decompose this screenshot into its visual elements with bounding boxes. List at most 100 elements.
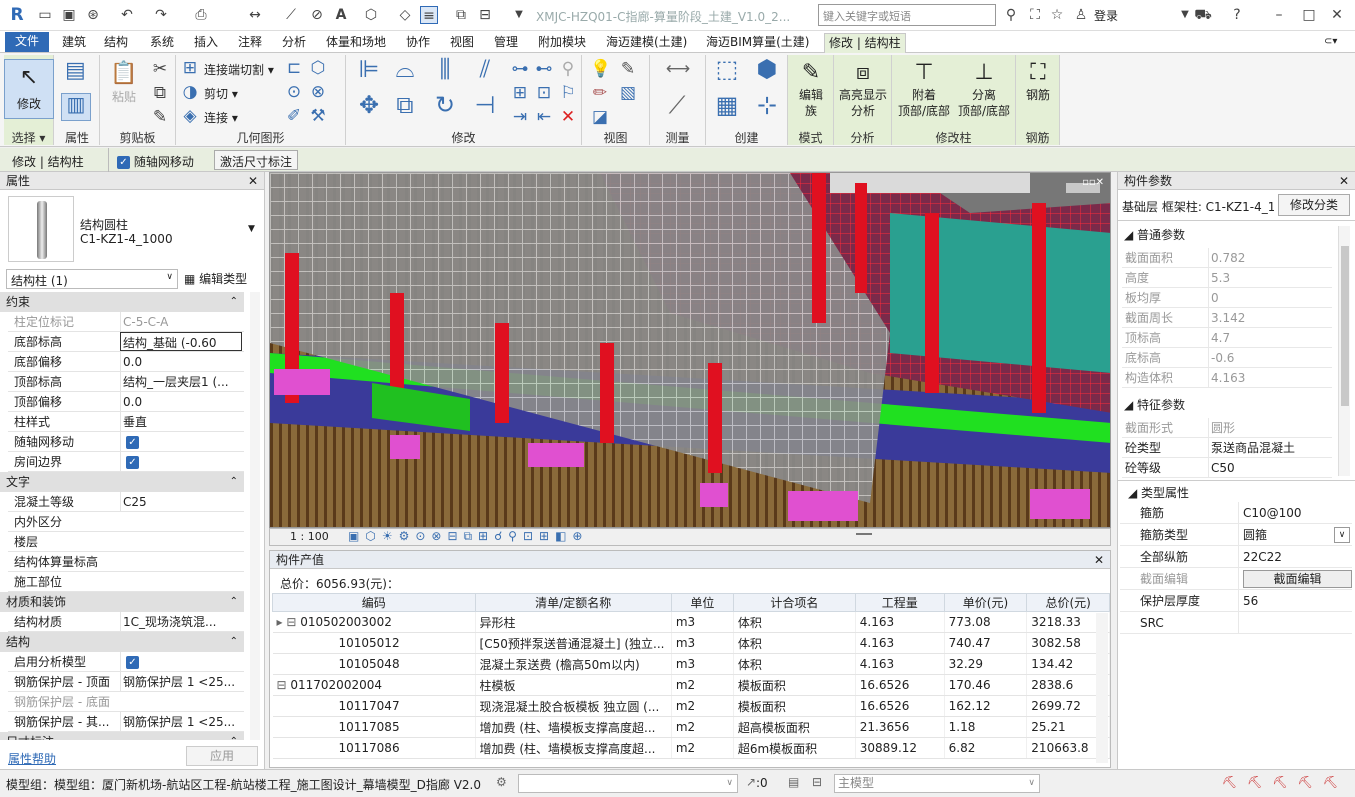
login-link[interactable]: 登录 bbox=[1094, 7, 1118, 24]
modify-class-button[interactable]: 修改分类 bbox=[1278, 194, 1350, 216]
prop-section-3[interactable]: 结构 ⌃ bbox=[0, 632, 244, 652]
cost-close-icon[interactable]: ✕ bbox=[1094, 551, 1104, 569]
edit-family-button[interactable]: ✎ 编辑 族 bbox=[790, 59, 832, 119]
prop-value[interactable]: C25 bbox=[120, 492, 242, 512]
editable-icon[interactable]: ↗ bbox=[746, 775, 756, 789]
type-attr-row[interactable]: 保护层厚度 56 bbox=[1120, 590, 1352, 612]
attach-top-base-button[interactable]: ⊤ 附着 顶部/底部 bbox=[894, 59, 954, 119]
cparams-scrollbar[interactable] bbox=[1338, 226, 1350, 476]
prop-value[interactable]: 钢筋保护层 1 <25... bbox=[120, 712, 242, 732]
binoculars-icon[interactable]: ⚲ bbox=[1002, 6, 1020, 24]
prop-row[interactable]: 钢筋保护层 - 底面 bbox=[8, 692, 244, 712]
type-attr-row[interactable]: SRC bbox=[1120, 612, 1352, 634]
tag-icon[interactable]: ⊘ bbox=[308, 6, 326, 24]
prop-row[interactable]: 柱样式 垂直 bbox=[8, 412, 244, 432]
properties-icon[interactable]: ▥ bbox=[61, 93, 91, 121]
pin-disabled-icon[interactable]: ⚲ bbox=[558, 59, 578, 79]
star-icon[interactable]: ☆ bbox=[1048, 6, 1066, 24]
wall-join-icon[interactable]: ⊏ bbox=[284, 58, 304, 78]
cost-col-header[interactable]: 清单/定额名称 bbox=[474, 593, 672, 612]
param-row[interactable]: 板均厚 0 bbox=[1122, 288, 1332, 308]
print-icon[interactable]: ⎙ bbox=[192, 6, 210, 24]
prop-row[interactable]: 房间边界 ✓ bbox=[8, 452, 244, 472]
open-icon[interactable]: ▭ bbox=[36, 6, 54, 24]
cost-col-header[interactable]: 单价(元) bbox=[943, 593, 1028, 612]
cut-button[interactable]: 剪切 ▾ bbox=[204, 85, 238, 102]
revit-logo-icon[interactable]: R bbox=[8, 6, 26, 24]
param-row[interactable]: 截面周长 3.142 bbox=[1122, 308, 1332, 328]
move-with-grid-checkbox[interactable]: ✓ 随轴网移动 bbox=[114, 153, 194, 170]
expand-collapse-icon[interactable]: ▸ ⊟ bbox=[277, 615, 301, 629]
minimize-icon[interactable]: – bbox=[1270, 6, 1288, 24]
tab-view[interactable]: 视图 bbox=[446, 33, 478, 53]
prop-section-0[interactable]: 约束 ⌃ bbox=[0, 292, 244, 312]
tab-addins[interactable]: 附加模块 bbox=[534, 33, 590, 53]
prop-value[interactable]: ✓ bbox=[120, 452, 242, 472]
cost-col-header[interactable]: 单位 bbox=[670, 593, 734, 612]
table-row[interactable]: 10117047 现浇混凝土胶合板模板 独立圆 (... m2 模板面积 16.6526… bbox=[272, 695, 1110, 717]
param-value[interactable]: 0 bbox=[1208, 288, 1328, 308]
paste-button[interactable]: 📋 粘贴 bbox=[104, 59, 144, 105]
param-row[interactable]: 截面形式 圆形 bbox=[1122, 418, 1332, 438]
filter-icon[interactable]: ◪ bbox=[590, 107, 610, 127]
user-icon[interactable]: ♙ bbox=[1072, 6, 1090, 24]
prop-row[interactable]: 楼层 bbox=[8, 532, 244, 552]
prop-row[interactable]: 顶部偏移 0.0 bbox=[8, 392, 244, 412]
type-attr-row[interactable]: 箍筋 C10@100 bbox=[1120, 502, 1352, 524]
prop-value[interactable]: ✓ bbox=[120, 432, 242, 452]
move-icon[interactable]: ✥ bbox=[354, 93, 384, 125]
table-row[interactable]: 10117086 增加费 (柱、墙模板支撑高度超... m2 超6m模板面积 30889… bbox=[272, 737, 1110, 759]
cost-col-header[interactable]: 计合项名 bbox=[732, 593, 856, 612]
login-dropdown-icon[interactable]: ▼ bbox=[1176, 6, 1194, 24]
tab-manage[interactable]: 管理 bbox=[490, 33, 522, 53]
unpin-icon[interactable]: ⚐ bbox=[558, 83, 578, 103]
close-hidden-icon[interactable]: ⧉ bbox=[452, 6, 470, 24]
type-selector-dropdown-icon[interactable]: ▼ bbox=[248, 224, 255, 234]
prop-value[interactable]: ✓ bbox=[120, 652, 242, 672]
copy-icon[interactable]: ⧉ bbox=[150, 83, 170, 103]
create-parts-icon[interactable]: ⬢ bbox=[752, 57, 782, 89]
param-value[interactable]: 0.782 bbox=[1208, 248, 1328, 268]
prop-section-2[interactable]: 材质和装饰 ⌃ bbox=[0, 592, 244, 612]
param-value[interactable]: 圆形 bbox=[1208, 418, 1328, 438]
param-row[interactable]: 高度 5.3 bbox=[1122, 268, 1332, 288]
array-icon[interactable]: ⊞ bbox=[510, 83, 530, 103]
main-model-select[interactable]: 主模型 ∨ bbox=[834, 774, 1040, 793]
text-icon[interactable]: A bbox=[332, 6, 350, 24]
param-value[interactable]: 4.163 bbox=[1208, 368, 1328, 388]
prop-value[interactable]: 结构_一层夹层1 (... bbox=[120, 372, 242, 392]
param-value[interactable]: -0.6 bbox=[1208, 348, 1328, 368]
rebar-button[interactable]: ⛶ 钢筋 bbox=[1018, 59, 1058, 103]
measure-icon[interactable]: ↔ bbox=[246, 6, 264, 24]
prop-section-dimensions[interactable]: 尺寸标注⌃ bbox=[0, 732, 244, 740]
sync-icon[interactable]: ⊛ bbox=[84, 6, 102, 24]
view-control-icons[interactable]: ▣⬡☀⚙⊙⊗⊟⧉⊞☌⚲⊡⊞◧⊕ bbox=[348, 529, 588, 544]
tab-collaborate[interactable]: 协作 bbox=[402, 33, 434, 53]
copy-modify-icon[interactable]: ⧉ bbox=[390, 93, 420, 125]
prop-value[interactable]: 1C_现场浇筑混... bbox=[120, 612, 242, 632]
tab-haimai-model[interactable]: 海迈建模(土建) bbox=[602, 33, 691, 53]
remove-paint-icon[interactable]: ⊗ bbox=[308, 82, 328, 102]
view-scale[interactable]: 1 : 100 bbox=[290, 530, 329, 543]
3d-view-icon[interactable]: ⬡ bbox=[362, 6, 380, 24]
save-icon[interactable]: ▣ bbox=[60, 6, 78, 24]
prop-value[interactable]: 钢筋保护层 1 <25... bbox=[120, 672, 242, 692]
select-dropdown[interactable]: 选择 ▾ bbox=[4, 129, 53, 145]
scale-icon[interactable]: ⊡ bbox=[534, 83, 554, 103]
tab-massing[interactable]: 体量和场地 bbox=[322, 33, 390, 53]
highlight-analysis-button[interactable]: ⧈ 高亮显示 分析 bbox=[834, 59, 892, 119]
undo-icon[interactable]: ↶ bbox=[118, 6, 136, 24]
match-icon[interactable]: ✎ bbox=[150, 107, 170, 127]
tab-file[interactable]: 文件 bbox=[5, 32, 49, 52]
design-options-icon[interactable]: ▤ bbox=[788, 775, 799, 789]
split-gap-icon[interactable]: ⊷ bbox=[534, 59, 554, 79]
join-cut-button[interactable]: 连接端切割 ▾ bbox=[204, 61, 274, 78]
prop-value[interactable]: 结构_基础 (-0.60 bbox=[120, 332, 242, 351]
split-face-icon[interactable]: ⬡ bbox=[308, 58, 328, 78]
trim-single-icon[interactable]: ⇥ bbox=[510, 107, 530, 127]
table-row[interactable]: 10105012 [C50预拌泵送普通混凝土] (独立... m3 体积 4.163 74… bbox=[272, 632, 1110, 654]
cost-col-header[interactable]: 总价(元) bbox=[1026, 593, 1110, 612]
dimension-icon[interactable]: ⟋ bbox=[282, 6, 300, 24]
prop-row[interactable]: 混凝土等级 C25 bbox=[8, 492, 244, 512]
tab-annotate[interactable]: 注释 bbox=[234, 33, 266, 53]
